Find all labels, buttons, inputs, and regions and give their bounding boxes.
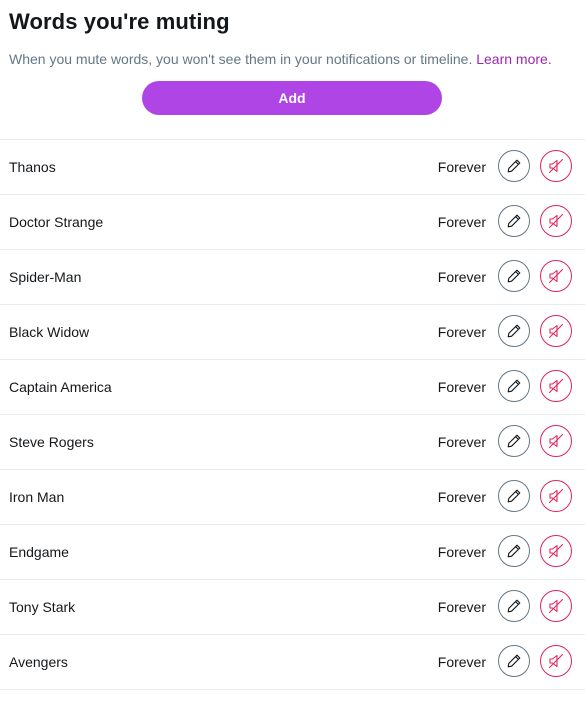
- unmute-button[interactable]: [540, 150, 572, 182]
- pencil-icon: [507, 544, 521, 558]
- muted-speaker-icon: [548, 378, 564, 394]
- muted-words-list: Thanos Forever Doctor Strange Forever Sp…: [0, 139, 585, 690]
- muted-word-label: Spider-Man: [9, 269, 82, 285]
- muted-word-row: Spider-Man Forever: [0, 250, 585, 305]
- muted-speaker-icon: [548, 598, 564, 614]
- unmute-button[interactable]: [540, 205, 572, 237]
- description-text: When you mute words, you won't see them …: [9, 51, 473, 67]
- edit-button[interactable]: [498, 150, 530, 182]
- muted-word-row: Avengers Forever: [0, 635, 585, 690]
- unmute-button[interactable]: [540, 535, 572, 567]
- pencil-icon: [507, 599, 521, 613]
- muted-word-label: Endgame: [9, 544, 69, 560]
- pencil-icon: [507, 214, 521, 228]
- mute-duration-label: Forever: [437, 159, 486, 175]
- mute-duration-label: Forever: [437, 544, 486, 560]
- unmute-button[interactable]: [540, 425, 572, 457]
- muted-word-label: Black Widow: [9, 324, 90, 340]
- muted-word-row: Captain America Forever: [0, 360, 585, 415]
- edit-button[interactable]: [498, 535, 530, 567]
- muted-speaker-icon: [548, 433, 564, 449]
- muted-word-label: Tony Stark: [9, 599, 76, 615]
- edit-button[interactable]: [498, 590, 530, 622]
- edit-button[interactable]: [498, 370, 530, 402]
- muted-word-row: Steve Rogers Forever: [0, 415, 585, 470]
- muted-word-label: Iron Man: [9, 489, 65, 505]
- muted-word-row: Thanos Forever: [0, 140, 585, 195]
- page-title: Words you're muting: [9, 9, 230, 34]
- pencil-icon: [507, 269, 521, 283]
- learn-more-link[interactable]: Learn more.: [476, 51, 551, 67]
- pencil-icon: [507, 489, 521, 503]
- unmute-button[interactable]: [540, 260, 572, 292]
- muted-speaker-icon: [548, 488, 564, 504]
- muted-word-row: Doctor Strange Forever: [0, 195, 585, 250]
- muted-speaker-icon: [548, 323, 564, 339]
- muted-speaker-icon: [548, 158, 564, 174]
- muted-word-row: Iron Man Forever: [0, 470, 585, 525]
- unmute-button[interactable]: [540, 590, 572, 622]
- muted-word-row: Tony Stark Forever: [0, 580, 585, 635]
- mute-duration-label: Forever: [437, 489, 486, 505]
- mute-duration-label: Forever: [437, 324, 486, 340]
- pencil-icon: [507, 434, 521, 448]
- muted-word-row: Endgame Forever: [0, 525, 585, 580]
- pencil-icon: [507, 324, 521, 338]
- edit-button[interactable]: [498, 205, 530, 237]
- muted-word-label: Thanos: [9, 159, 56, 175]
- edit-button[interactable]: [498, 260, 530, 292]
- muted-speaker-icon: [548, 543, 564, 559]
- mute-duration-label: Forever: [437, 654, 486, 670]
- mute-duration-label: Forever: [437, 599, 486, 615]
- muted-speaker-icon: [548, 653, 564, 669]
- muted-speaker-icon: [548, 213, 564, 229]
- add-button[interactable]: Add: [142, 81, 442, 115]
- mute-duration-label: Forever: [437, 269, 486, 285]
- pencil-icon: [507, 654, 521, 668]
- unmute-button[interactable]: [540, 315, 572, 347]
- muted-word-label: Avengers: [9, 654, 68, 670]
- muted-word-label: Steve Rogers: [9, 434, 94, 450]
- pencil-icon: [507, 159, 521, 173]
- mute-duration-label: Forever: [437, 214, 486, 230]
- muted-words-page: Words you're muting When you mute words,…: [0, 0, 585, 720]
- muted-speaker-icon: [548, 268, 564, 284]
- muted-word-row: Black Widow Forever: [0, 305, 585, 360]
- page-description: When you mute words, you won't see them …: [9, 51, 552, 67]
- edit-button[interactable]: [498, 425, 530, 457]
- unmute-button[interactable]: [540, 480, 572, 512]
- edit-button[interactable]: [498, 480, 530, 512]
- pencil-icon: [507, 379, 521, 393]
- edit-button[interactable]: [498, 645, 530, 677]
- edit-button[interactable]: [498, 315, 530, 347]
- muted-word-label: Doctor Strange: [9, 214, 104, 230]
- mute-duration-label: Forever: [437, 434, 486, 450]
- mute-duration-label: Forever: [437, 379, 486, 395]
- unmute-button[interactable]: [540, 645, 572, 677]
- unmute-button[interactable]: [540, 370, 572, 402]
- muted-word-label: Captain America: [9, 379, 112, 395]
